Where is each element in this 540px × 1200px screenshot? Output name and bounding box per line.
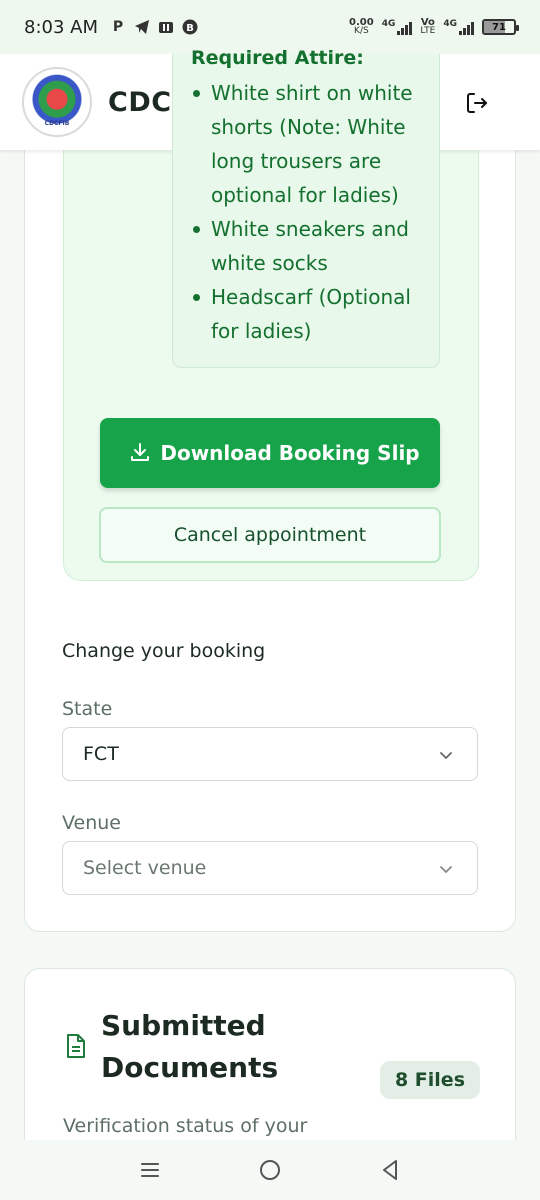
back-nav-button[interactable] — [370, 1150, 410, 1190]
state-select[interactable]: FCT — [62, 727, 478, 781]
venue-label: Venue — [62, 812, 121, 834]
state-value: FCT — [83, 743, 119, 765]
attire-title: Required Attire: — [191, 47, 364, 69]
volte-icon: Vo LTE — [420, 17, 436, 36]
venue-select[interactable]: Select venue — [62, 841, 478, 895]
download-icon — [131, 443, 149, 461]
wallet-app-icon — [158, 19, 174, 35]
venue-placeholder: Select venue — [83, 857, 207, 879]
svg-text:B: B — [186, 23, 194, 34]
menu-icon — [141, 1163, 159, 1177]
files-count-badge: 8 Files — [380, 1061, 480, 1099]
home-nav-button[interactable] — [250, 1150, 290, 1190]
notification-icons: P B — [110, 19, 198, 35]
required-attire-panel: Required Attire: White shirt on white sh… — [172, 47, 440, 368]
cancel-appointment-button[interactable]: Cancel appointment — [99, 507, 441, 563]
attire-item: Headscarf (Optional for ladies) — [181, 280, 421, 348]
cdcfib-logo[interactable]: CDCFIB — [22, 67, 92, 137]
documents-title: Submitted Documents — [101, 1009, 279, 1084]
home-circle-icon — [260, 1160, 280, 1180]
bitcoin-icon: B — [182, 19, 198, 35]
document-icon — [67, 1034, 85, 1058]
sim1-signal-icon: 4G — [382, 19, 413, 35]
network-speed: 0.00 K/S — [349, 17, 374, 36]
telegram-icon — [134, 19, 150, 35]
attire-item: White sneakers and white socks — [181, 212, 421, 280]
chevron-down-icon — [440, 866, 452, 874]
system-nav-bar — [0, 1140, 540, 1200]
status-time: 8:03 AM — [24, 16, 98, 38]
menu-nav-button[interactable] — [130, 1150, 170, 1190]
back-triangle-icon — [383, 1160, 397, 1180]
chevron-down-icon — [440, 752, 452, 760]
parking-app-icon: P — [112, 19, 124, 35]
system-status: 0.00 K/S 4G Vo LTE 4G 71 — [349, 17, 519, 36]
state-label: State — [62, 698, 113, 720]
logout-icon — [467, 93, 487, 113]
sim2-signal-icon: 4G — [443, 19, 474, 35]
download-booking-slip-button[interactable]: Download Booking Slip — [100, 418, 440, 488]
attire-item: White shirt on white shorts (Note: White… — [181, 76, 421, 212]
logout-button[interactable] — [462, 88, 492, 118]
change-booking-title: Change your booking — [62, 640, 266, 662]
battery-icon: 71 — [482, 19, 519, 35]
attire-list: White shirt on white shorts (Note: White… — [191, 76, 421, 348]
submitted-documents-card[interactable]: Submitted Documents 8 Files Verification… — [24, 968, 516, 1140]
documents-subtitle: Verification status of your uploaded cre… — [63, 1115, 308, 1137]
